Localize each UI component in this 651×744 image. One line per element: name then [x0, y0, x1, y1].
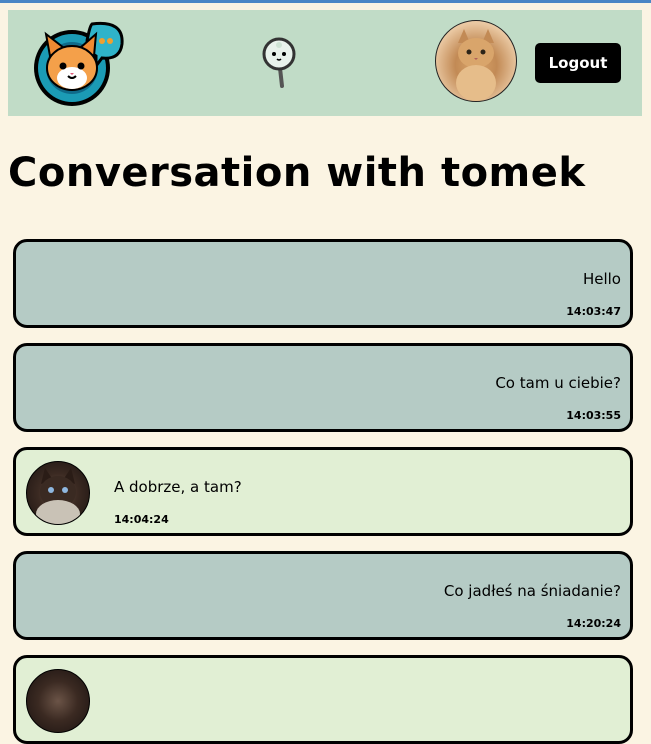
top-accent-line	[0, 0, 651, 3]
message-bubble: Hello 14:03:47	[13, 239, 633, 328]
message-text: Co jadłeś na śniadanie?	[443, 582, 621, 600]
page-title: Conversation with tomek	[8, 150, 586, 196]
message-text: Hello	[582, 270, 621, 288]
message-bubble: Co jadłeś na śniadanie? 14:20:24	[13, 551, 633, 640]
user-avatar[interactable]	[435, 20, 517, 102]
message-bubble: Co tam u ciebie? 14:03:55	[13, 343, 633, 432]
logout-button[interactable]: Logout	[535, 43, 621, 83]
message-bubble: A dobrze, a tam? 14:04:24	[13, 447, 633, 536]
header-bar: Logout	[8, 10, 642, 116]
message-text: A dobrze, a tam?	[114, 478, 242, 496]
message-bubble-partial	[13, 655, 633, 744]
message-time: 14:03:47	[566, 305, 621, 318]
magnifier-icon[interactable]	[258, 34, 300, 90]
sender-avatar[interactable]	[26, 461, 90, 525]
message-text: Co tam u ciebie?	[495, 374, 621, 392]
message-time: 14:03:55	[566, 409, 621, 422]
message-time: 14:04:24	[114, 513, 169, 526]
cat-chat-logo-icon[interactable]	[32, 16, 128, 110]
message-time: 14:20:24	[566, 617, 621, 630]
sender-avatar[interactable]	[26, 669, 90, 733]
